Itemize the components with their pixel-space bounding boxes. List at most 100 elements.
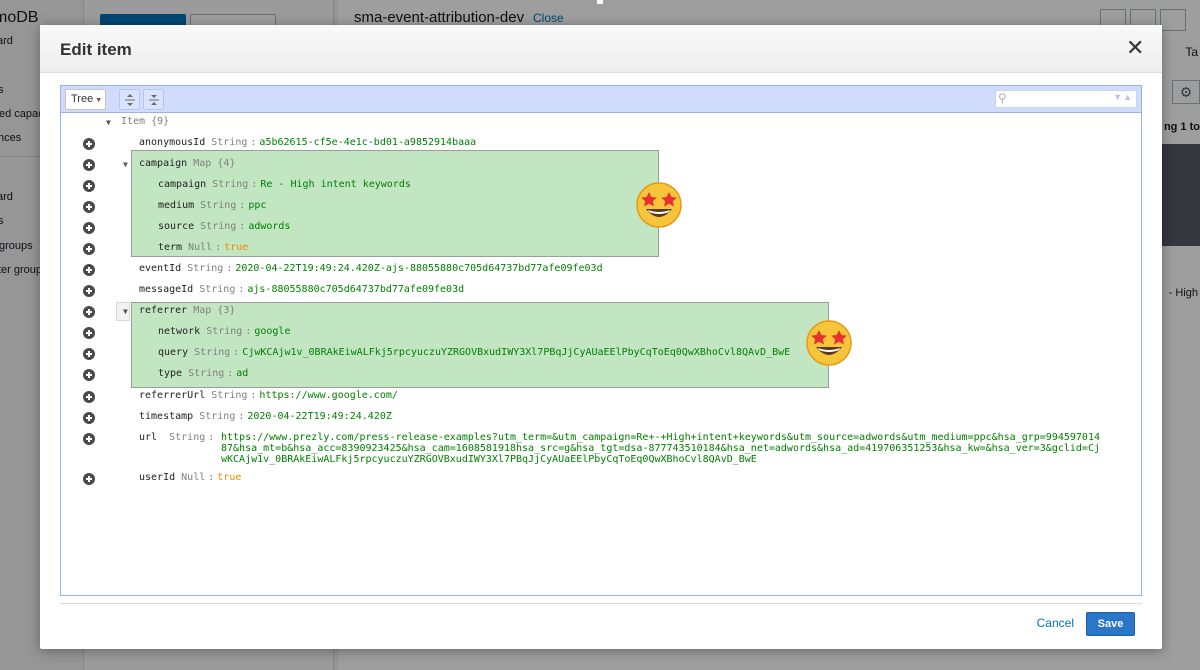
- field-anonymousId[interactable]: anonymousId String: a5b62615-cf5e-4e1c-bd…: [139, 137, 476, 148]
- field-key: campaign: [139, 158, 188, 169]
- field-query[interactable]: query String: CjwKCAjw1v_0BRAkEiwALFkj5rp…: [158, 347, 810, 358]
- field-value[interactable]: true: [224, 242, 248, 253]
- field-network[interactable]: network String: google: [158, 326, 290, 337]
- add-field-icon[interactable]: [83, 433, 95, 445]
- field-key: referrerUrl: [139, 390, 206, 401]
- field-key: messageId: [139, 284, 194, 295]
- search-input[interactable]: [1013, 92, 1105, 106]
- add-field-icon[interactable]: [83, 369, 95, 381]
- field-referrerUrl[interactable]: referrerUrl String: https://www.google.co…: [139, 390, 398, 401]
- field-userId[interactable]: userId Null: true: [139, 472, 241, 483]
- field-type[interactable]: String: [211, 137, 247, 148]
- field-type[interactable]: Null: [181, 472, 205, 483]
- collapse-toggle-icon[interactable]: ▼: [106, 118, 111, 127]
- add-field-icon[interactable]: [83, 222, 95, 234]
- field-value[interactable]: 2020-04-22T19:49:24.420Z-ajs-88055880c70…: [235, 263, 602, 274]
- field-eventId[interactable]: eventId String:2020-04-22T19:49:24.420Z-…: [139, 263, 603, 274]
- field-key: type: [158, 368, 183, 379]
- search-nav-icons[interactable]: ▼▲: [1113, 92, 1133, 102]
- field-value[interactable]: a5b62615-cf5e-4e1c-bd01-a9852914baaa: [259, 137, 476, 148]
- field-type[interactable]: String: [200, 200, 236, 211]
- chevron-down-icon: ▼: [95, 97, 103, 104]
- field-timestamp[interactable]: timestamp String:2020-04-22T19:49:24.420…: [139, 411, 392, 422]
- field-type[interactable]: String: [206, 326, 242, 337]
- close-icon[interactable]: ✕: [1126, 37, 1144, 59]
- field-value[interactable]: Re - High intent keywords: [260, 179, 411, 190]
- field-value[interactable]: 2020-04-22T19:49:24.420Z: [247, 411, 392, 422]
- field-referrer[interactable]: referrer Map {3}: [139, 305, 235, 316]
- add-field-icon[interactable]: [83, 285, 95, 297]
- field-source[interactable]: source String: adwords: [158, 221, 290, 232]
- field-value[interactable]: CjwKCAjw1v_0BRAkEiwALFkj5rpcyuczuYZRGOVB…: [242, 347, 790, 358]
- tree-row: term Null: true: [61, 239, 1141, 260]
- field-key: query: [158, 347, 189, 358]
- add-field-icon[interactable]: [83, 243, 95, 255]
- add-field-icon[interactable]: [83, 201, 95, 213]
- url-line: https://www.prezly.com/press-release-exa…: [221, 432, 1100, 443]
- field-value[interactable]: google: [254, 326, 290, 337]
- field-value[interactable]: https://www.google.com/: [259, 390, 397, 401]
- field-key: medium: [158, 200, 195, 211]
- add-field-icon[interactable]: [83, 138, 95, 150]
- add-field-icon[interactable]: [83, 159, 95, 171]
- add-field-icon[interactable]: [83, 412, 95, 424]
- field-medium[interactable]: medium String: ppc: [158, 200, 266, 211]
- add-field-icon[interactable]: [83, 264, 95, 276]
- add-field-icon[interactable]: [83, 473, 95, 485]
- field-url-value[interactable]: https://www.prezly.com/press-release-exa…: [221, 432, 1139, 465]
- field-type-ad[interactable]: type String: ad: [158, 368, 248, 379]
- collapse-toggle-icon[interactable]: ▼: [123, 307, 128, 316]
- field-url-key[interactable]: url String:: [139, 432, 217, 443]
- field-type[interactable]: String: [194, 347, 230, 358]
- field-value[interactable]: ajs-88055880c705d64737bd77afe09fe03d: [247, 284, 464, 295]
- add-field-icon[interactable]: [83, 391, 95, 403]
- tree-row: eventId String:2020-04-22T19:49:24.420Z-…: [61, 260, 1141, 281]
- field-key: network: [158, 326, 201, 337]
- field-campaign[interactable]: campaign Map {4}: [139, 158, 235, 169]
- root-label: Item {9}: [121, 116, 169, 127]
- star-struck-emoji: [636, 182, 682, 228]
- field-type[interactable]: String: [199, 411, 235, 422]
- field-value[interactable]: true: [217, 472, 241, 483]
- field-type[interactable]: String: [187, 263, 223, 274]
- field-type[interactable]: String: [212, 179, 248, 190]
- search-field[interactable]: ⚲ ▼▲: [995, 90, 1137, 108]
- field-count: {3}: [217, 305, 236, 316]
- tree-row: url String: https://www.prezly.com/press…: [61, 429, 1141, 467]
- url-line: 87&hsa_mt=b&hsa_acc=8390923425&hsa_cam=1…: [221, 443, 1100, 454]
- field-type[interactable]: String: [188, 368, 224, 379]
- field-value[interactable]: adwords: [248, 221, 290, 232]
- field-type[interactable]: String: [211, 390, 247, 401]
- collapse-toggle-icon[interactable]: ▼: [123, 160, 128, 169]
- dialog-title: Edit item: [60, 40, 132, 59]
- tree-row: network String: google: [61, 323, 1141, 344]
- field-messageId[interactable]: messageId String: ajs-88055880c705d64737b…: [139, 284, 464, 295]
- add-field-icon[interactable]: [83, 180, 95, 192]
- field-key: timestamp: [139, 411, 194, 422]
- field-campaign-name[interactable]: campaign String: Re - High intent keyword…: [158, 179, 411, 190]
- field-value[interactable]: ad: [236, 368, 248, 379]
- cancel-button[interactable]: Cancel: [1037, 616, 1074, 630]
- field-type[interactable]: Map: [193, 305, 211, 316]
- save-button[interactable]: Save: [1086, 612, 1135, 636]
- field-type[interactable]: String: [169, 432, 205, 443]
- field-type[interactable]: String: [200, 221, 236, 232]
- add-field-icon[interactable]: [83, 327, 95, 339]
- add-field-icon[interactable]: [83, 306, 95, 318]
- field-term[interactable]: term Null: true: [158, 242, 248, 253]
- tree-row: messageId String: ajs-88055880c705d64737b…: [61, 281, 1141, 302]
- field-type[interactable]: Null: [188, 242, 212, 253]
- tree-root-row: ▼ Item {9}: [61, 114, 1141, 135]
- add-field-icon[interactable]: [83, 348, 95, 360]
- field-type[interactable]: String: [199, 284, 235, 295]
- field-key: anonymousId: [139, 137, 206, 148]
- collapse-all-icon[interactable]: [143, 89, 164, 110]
- dialog-header: Edit item ✕: [40, 25, 1162, 73]
- json-editor: Tree ▼ ⚲ ▼▲ ▼ Item {9} anonymousId Strin…: [60, 85, 1142, 596]
- field-value[interactable]: ppc: [248, 200, 266, 211]
- tree-row: query String: CjwKCAjw1v_0BRAkEiwALFkj5rp…: [61, 344, 1141, 365]
- field-type[interactable]: Map: [193, 158, 211, 169]
- expand-all-icon[interactable]: [119, 89, 140, 110]
- mode-dropdown[interactable]: Tree ▼: [65, 89, 106, 110]
- star-struck-emoji: [806, 320, 852, 366]
